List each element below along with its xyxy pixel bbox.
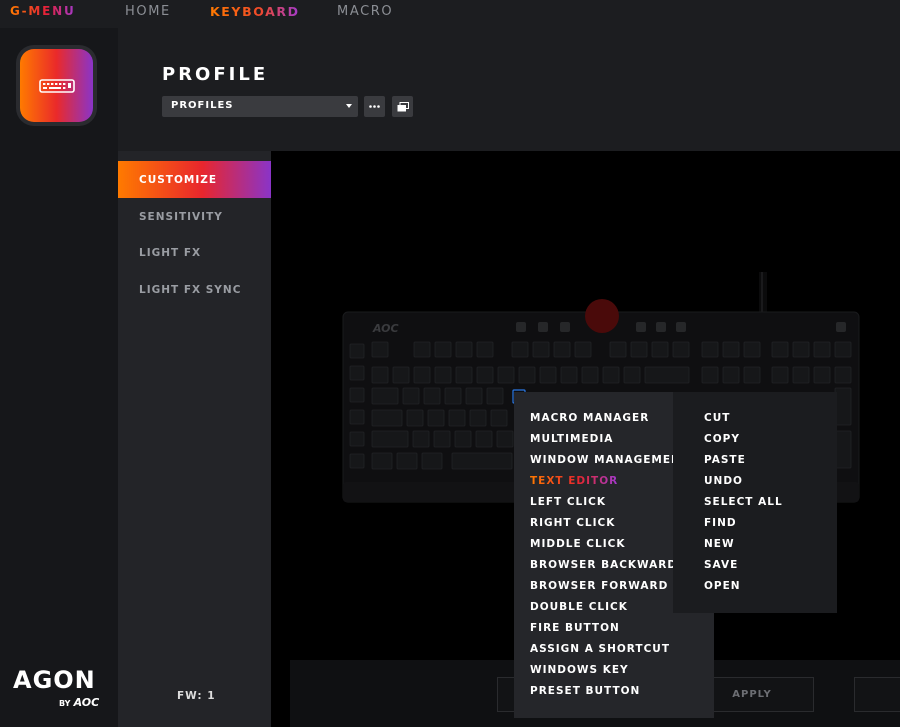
by-text: BY [59, 699, 71, 708]
nav-home[interactable]: HOME [125, 4, 171, 19]
submenu-item-save[interactable]: SAVE [704, 559, 738, 571]
keyboard-icon [38, 78, 75, 93]
secondary-button[interactable] [854, 677, 900, 712]
submenu-item-paste[interactable]: PASTE [704, 454, 746, 466]
sidebar-item-sensitivity[interactable]: SENSITIVITY [118, 198, 271, 235]
menu-item-left-click[interactable]: LEFT CLICK [530, 496, 606, 508]
volume-knob [585, 299, 619, 333]
text-editor-submenu: CUT COPY PASTE UNDO SELECT ALL FIND NEW … [673, 392, 837, 613]
agon-logo: AGON BY AOC [13, 666, 99, 709]
menu-item-fire-button[interactable]: FIRE BUTTON [530, 622, 620, 634]
nav-g-menu[interactable]: G-MENU [10, 4, 76, 18]
menu-item-middle-click[interactable]: MIDDLE CLICK [530, 538, 625, 550]
menu-item-windows-key[interactable]: WINDOWS KEY [530, 664, 629, 676]
top-navigation: G-MENU HOME KEYBOARD MACRO [0, 0, 900, 28]
device-rail: AGON BY AOC [0, 28, 118, 727]
menu-item-assign-shortcut[interactable]: ASSIGN A SHORTCUT [530, 643, 670, 655]
nav-macro[interactable]: MACRO [337, 4, 393, 19]
firmware-version: FW: 1 [177, 690, 216, 702]
profile-dropdown[interactable]: PROFILES [162, 96, 358, 117]
profile-header: PROFILE PROFILES [118, 28, 900, 151]
submenu-item-copy[interactable]: COPY [704, 433, 740, 445]
more-options-button[interactable] [364, 96, 385, 117]
duplicate-profile-button[interactable] [392, 96, 413, 117]
submenu-item-undo[interactable]: UNDO [704, 475, 743, 487]
menu-item-window-management[interactable]: WINDOW MANAGEMENT [530, 454, 689, 466]
menu-item-multimedia[interactable]: MULTIMEDIA [530, 433, 613, 445]
menu-item-text-editor[interactable]: TEXT EDITOR [530, 475, 618, 487]
submenu-item-find[interactable]: FIND [704, 517, 737, 529]
ellipsis-icon [369, 105, 380, 108]
aoc-text: AOC [73, 696, 100, 709]
chevron-down-icon [346, 104, 352, 108]
submenu-item-cut[interactable]: CUT [704, 412, 730, 424]
menu-item-right-click[interactable]: RIGHT CLICK [530, 517, 615, 529]
settings-sidebar: CUSTOMIZE SENSITIVITY LIGHT FX LIGHT FX … [118, 151, 271, 727]
menu-item-preset-button[interactable]: PRESET BUTTON [530, 685, 640, 697]
sidebar-item-light-fx-sync[interactable]: LIGHT FX SYNC [118, 271, 271, 308]
keyboard-logo: AOC [372, 322, 399, 335]
menu-item-double-click[interactable]: DOUBLE CLICK [530, 601, 628, 613]
sidebar-item-light-fx[interactable]: LIGHT FX [118, 234, 271, 271]
duplicate-icon [397, 101, 409, 111]
submenu-item-select-all[interactable]: SELECT ALL [704, 496, 783, 508]
page-title: PROFILE [162, 64, 269, 85]
submenu-item-open[interactable]: OPEN [704, 580, 741, 592]
submenu-item-new[interactable]: NEW [704, 538, 735, 550]
by-aoc: BY AOC [59, 696, 99, 709]
apply-label: APPLY [732, 689, 772, 700]
menu-item-macro-manager[interactable]: MACRO MANAGER [530, 412, 649, 424]
menu-item-browser-forward[interactable]: BROWSER FORWARD [530, 580, 668, 592]
nav-keyboard[interactable]: KEYBOARD [210, 4, 300, 19]
sidebar-item-customize[interactable]: CUSTOMIZE [118, 161, 271, 198]
agon-wordmark: AGON [13, 666, 96, 694]
device-keyboard-tile[interactable] [16, 45, 97, 126]
menu-item-browser-backward[interactable]: BROWSER BACKWARD [530, 559, 677, 571]
profile-dropdown-value: PROFILES [171, 100, 234, 111]
